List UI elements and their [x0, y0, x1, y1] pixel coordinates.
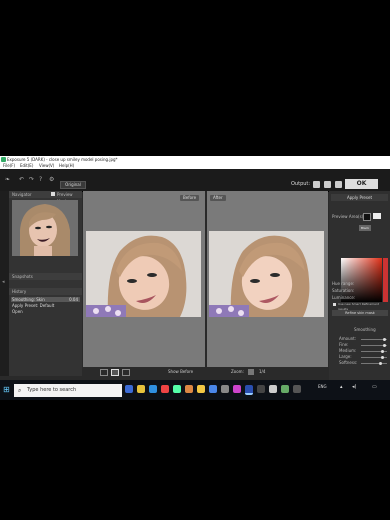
- redo-icon[interactable]: ↷: [29, 177, 34, 183]
- white-swatch[interactable]: [373, 213, 381, 219]
- before-photo[interactable]: [86, 231, 201, 317]
- window-title: Exposure 5 (DARK) - close up smiley mode…: [7, 157, 118, 162]
- volume-icon[interactable]: ◂): [352, 384, 356, 390]
- ok-button[interactable]: OK: [345, 179, 378, 189]
- slider-label: Large:: [339, 354, 352, 359]
- app-icon[interactable]: [185, 385, 193, 393]
- show-before-button[interactable]: Show Before: [168, 367, 193, 377]
- logo-icon: ❧: [5, 176, 11, 183]
- app-icon[interactable]: [161, 385, 169, 393]
- after-label: After: [210, 195, 226, 201]
- explorer-icon[interactable]: [137, 385, 145, 393]
- network-icon[interactable]: ▴: [340, 384, 343, 390]
- app-icon[interactable]: [269, 385, 277, 393]
- fine-slider[interactable]: [361, 344, 387, 347]
- navigator-thumbnail[interactable]: [12, 200, 78, 256]
- app-icon[interactable]: [293, 385, 301, 393]
- navigator-header[interactable]: Navigator Preview Mask: [9, 191, 82, 204]
- app-icon[interactable]: [209, 385, 217, 393]
- compare-area: Before After: [83, 191, 328, 367]
- slider-label: Amount:: [339, 336, 357, 341]
- slider-label: Softness:: [339, 360, 358, 365]
- large-slider[interactable]: [361, 356, 387, 359]
- split-horizontal-icon[interactable]: [122, 369, 130, 376]
- taskview-icon[interactable]: [125, 385, 133, 393]
- layer-view-icon[interactable]: [335, 181, 342, 188]
- window-titlebar: Exposure 5 (DARK) - close up smiley mode…: [0, 156, 390, 163]
- app-icon[interactable]: [173, 385, 181, 393]
- history-item[interactable]: Open: [11, 309, 80, 314]
- app-icon[interactable]: [221, 385, 229, 393]
- history-label: History: [12, 289, 27, 294]
- help-icon[interactable]: ?: [39, 177, 42, 183]
- split-view-icon[interactable]: [324, 181, 331, 188]
- history-header[interactable]: History: [9, 288, 82, 295]
- smart-refine-checkbox[interactable]: [333, 303, 336, 306]
- medium-slider[interactable]: [361, 350, 387, 353]
- hue-range-label: Hue range:: [332, 281, 355, 286]
- undo-icon[interactable]: ↶: [19, 177, 24, 183]
- notification-icon[interactable]: ▭: [372, 384, 377, 390]
- preview-area-label: Preview Area(s):: [332, 214, 365, 219]
- collapse-left-icon[interactable]: ◂: [2, 279, 5, 285]
- app-icon: [1, 157, 6, 162]
- after-photo[interactable]: [209, 231, 324, 317]
- view-bar: Show Before Zoom: 1/4: [83, 367, 328, 377]
- before-label: Before: [180, 195, 200, 201]
- saturation-label: Saturation:: [332, 288, 355, 293]
- zoom-fit-icon[interactable]: [248, 369, 254, 375]
- right-panel: Apply Preset Preview Area(s): Black Hue …: [329, 191, 390, 380]
- settings-icon[interactable]: ⚙: [49, 177, 54, 183]
- add-output-icon[interactable]: [313, 181, 320, 188]
- slider-label: Fine:: [339, 342, 349, 347]
- history-item[interactable]: Smoothing: Skin 0.04: [11, 297, 80, 302]
- windows-start-icon[interactable]: ⊞: [3, 385, 10, 394]
- tray-language[interactable]: ENG: [318, 384, 327, 389]
- zoom-value[interactable]: 1/4: [259, 367, 265, 377]
- edge-icon[interactable]: [149, 385, 157, 393]
- preview-mask-checkbox[interactable]: [51, 192, 55, 196]
- softness-slider[interactable]: [361, 362, 387, 365]
- apply-preset-button[interactable]: Apply Preset: [331, 194, 388, 201]
- tab-black[interactable]: Black: [359, 225, 371, 231]
- zoom-label: Zoom:: [231, 369, 244, 374]
- pane-divider[interactable]: [205, 191, 207, 367]
- snapshots-label: Snapshots: [12, 274, 33, 279]
- left-panel: Navigator Preview Mask Snapshots History…: [9, 191, 82, 376]
- original-button[interactable]: Original: [60, 181, 86, 189]
- output-label: Output:: [291, 181, 311, 187]
- slider-label: Medium:: [339, 348, 357, 353]
- single-view-icon[interactable]: [100, 369, 108, 376]
- split-vertical-icon[interactable]: [111, 369, 119, 376]
- black-swatch[interactable]: [363, 213, 371, 221]
- amount-slider[interactable]: [361, 338, 387, 341]
- snapshots-header[interactable]: Snapshots: [9, 273, 82, 280]
- history-item[interactable]: Apply Preset: Default: [11, 303, 80, 308]
- refine-skin-mask-button[interactable]: Refine skin mask: [332, 310, 388, 316]
- smoothing-label: Smoothing: [354, 327, 376, 332]
- search-icon: ⌕: [18, 387, 22, 394]
- app-icon[interactable]: [281, 385, 289, 393]
- chrome-icon[interactable]: [197, 385, 205, 393]
- search-placeholder: Type here to search: [27, 387, 77, 393]
- app-icon[interactable]: [257, 385, 265, 393]
- taskbar: ⊞ ⌕ Type here to search ENG ▴ ◂) ▭: [0, 380, 390, 400]
- photoshop-icon[interactable]: [245, 385, 253, 395]
- navigator-label: Navigator: [12, 192, 32, 197]
- left-strip: ◂: [0, 191, 9, 376]
- luminance-label: Luminance:: [332, 295, 356, 300]
- taskbar-search[interactable]: ⌕ Type here to search: [14, 384, 122, 397]
- toolbar: ❧ ↶ ↷ ? ⚙ Original Output: OK: [0, 169, 390, 192]
- app-icon[interactable]: [233, 385, 241, 393]
